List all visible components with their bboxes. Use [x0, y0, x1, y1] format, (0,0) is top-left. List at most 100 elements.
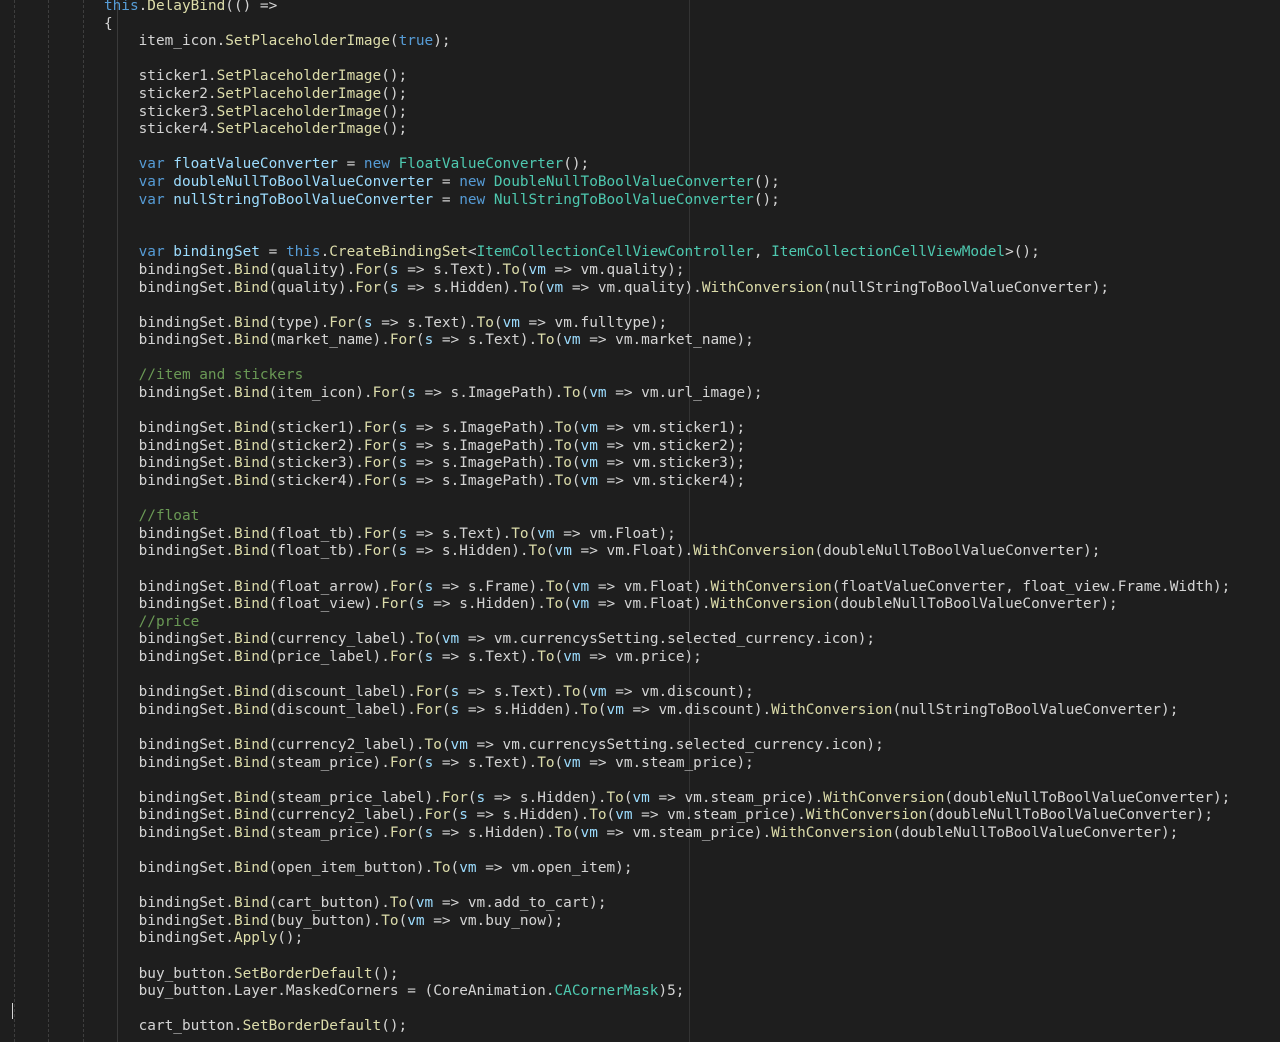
code-token: WithConversion — [823, 789, 945, 806]
code-line[interactable]: bindingSet.Bind(cart_button).To(vm => vm… — [0, 895, 1230, 913]
code-token: Bind — [233, 807, 269, 824]
code-line[interactable]: sticker4.SetPlaceholderImage(); — [0, 121, 1230, 139]
code-line[interactable] — [0, 297, 1230, 315]
code-line[interactable] — [0, 843, 1230, 861]
code-line[interactable]: bindingSet.Bind(steam_price).For(s => s.… — [0, 825, 1230, 843]
code-line[interactable] — [0, 227, 1230, 245]
code-line[interactable] — [0, 491, 1230, 509]
code-token: ( — [467, 789, 477, 806]
code-line[interactable] — [0, 139, 1230, 157]
code-line[interactable]: bindingSet.Apply(); — [0, 930, 1230, 948]
code-line[interactable]: bindingSet.Bind(market_name).For(s => s.… — [0, 332, 1230, 350]
code-token: s — [389, 279, 399, 296]
code-token: => s.Text). — [433, 754, 538, 771]
code-line[interactable] — [0, 878, 1230, 896]
code-token: (); — [753, 173, 780, 190]
code-line[interactable]: sticker1.SetPlaceholderImage(); — [0, 68, 1230, 86]
code-line[interactable] — [0, 1001, 1230, 1019]
code-line[interactable]: { — [0, 16, 1230, 34]
code-line[interactable]: cart_button.SetBorderDefault(); — [0, 1018, 1230, 1036]
code-line[interactable] — [0, 51, 1230, 69]
code-line[interactable]: var doubleNullToBoolValueConverter = new… — [0, 174, 1230, 192]
code-line[interactable]: buy_button.SetBorderDefault(); — [0, 966, 1230, 984]
code-token: => s.ImagePath). — [415, 385, 564, 402]
code-line[interactable]: bindingSet.Bind(steam_price_label).For(s… — [0, 789, 1231, 808]
code-line[interactable]: //item and stickers — [0, 367, 1230, 385]
code-token: For — [415, 701, 442, 718]
code-line[interactable]: bindingSet.Bind(float_arrow).For(s => s.… — [0, 579, 1231, 597]
code-token: (float_view). — [268, 596, 382, 613]
code-line[interactable]: bindingSet.Bind(discount_label).For(s =>… — [0, 684, 1230, 702]
code-token: To — [424, 736, 442, 753]
code-token: vm — [580, 824, 598, 841]
code-line[interactable]: bindingSet.Bind(float_view).For(s => s.H… — [0, 596, 1230, 614]
code-line[interactable]: buy_button.Layer.MaskedCorners = (CoreAn… — [0, 983, 1230, 1001]
code-line[interactable]: bindingSet.Bind(open_item_button).To(vm … — [0, 860, 1230, 878]
code-token: bindingSet. — [138, 824, 234, 841]
code-line[interactable]: bindingSet.Bind(sticker2).For(s => s.Ima… — [0, 438, 1230, 456]
code-line[interactable] — [0, 209, 1230, 227]
code-token: sticker4. — [138, 121, 217, 138]
code-token: ( — [415, 824, 425, 841]
code-token: (market_name). — [268, 332, 390, 349]
code-lines[interactable]: this.DelayBind(() => { item_icon.SetPlac… — [0, 0, 1230, 1036]
code-line[interactable]: bindingSet.Bind(sticker1).For(s => s.Ima… — [0, 420, 1230, 438]
code-line[interactable] — [0, 719, 1230, 737]
code-line[interactable] — [0, 772, 1230, 790]
code-token: => s.Hidden). — [467, 807, 590, 824]
code-token: WithConversion — [693, 543, 815, 560]
code-line[interactable]: bindingSet.Bind(float_tb).For(s => s.Hid… — [0, 543, 1230, 561]
code-line[interactable]: bindingSet.Bind(currency_label).To(vm =>… — [0, 631, 1230, 649]
code-token: bindingSet. — [138, 684, 234, 701]
code-line[interactable]: var bindingSet = this.CreateBindingSet<I… — [0, 244, 1230, 262]
code-line[interactable]: bindingSet.Bind(float_tb).For(s => s.Tex… — [0, 526, 1230, 544]
code-line[interactable]: bindingSet.Bind(sticker4).For(s => s.Ima… — [0, 473, 1230, 491]
code-token: Bind — [233, 261, 269, 278]
code-line[interactable] — [0, 403, 1230, 421]
code-token: => vm.market_name); — [580, 332, 754, 349]
code-line[interactable]: bindingSet.Bind(discount_label).For(s =>… — [0, 702, 1230, 720]
code-line[interactable]: sticker2.SetPlaceholderImage(); — [0, 86, 1230, 104]
code-token: FloatValueConverter — [398, 156, 564, 173]
code-line[interactable]: this.DelayBind(() => — [0, 0, 1230, 16]
code-line[interactable]: bindingSet.Bind(item_icon).For(s => s.Im… — [0, 385, 1230, 403]
code-token: s — [424, 824, 434, 841]
code-token: => vm.price); — [580, 648, 702, 665]
code-token: Bind — [233, 525, 269, 542]
code-token: bindingSet. — [138, 543, 234, 560]
code-line[interactable]: bindingSet.Bind(steam_price).For(s => s.… — [0, 755, 1230, 773]
code-token: s — [476, 789, 486, 806]
code-token: this — [285, 244, 321, 261]
code-token: bindingSet. — [138, 736, 234, 753]
code-line[interactable]: bindingSet.Bind(buy_button).To(vm => vm.… — [0, 913, 1230, 931]
code-token: For — [415, 684, 442, 701]
code-line[interactable]: item_icon.SetPlaceholderImage(true); — [0, 33, 1230, 51]
code-line[interactable]: //float — [0, 508, 1230, 526]
code-editor[interactable]: this.DelayBind(() => { item_icon.SetPlac… — [0, 0, 1280, 1042]
code-token: To — [389, 895, 408, 912]
code-token: => vm.steam_price); — [580, 754, 754, 771]
code-line[interactable]: bindingSet.Bind(currency2_label).For(s =… — [0, 807, 1230, 825]
code-token: => s.Hidden). — [433, 824, 555, 841]
code-line[interactable]: bindingSet.Bind(sticker3).For(s => s.Ima… — [0, 455, 1230, 473]
code-line[interactable]: bindingSet.Bind(type).For(s => s.Text).T… — [0, 315, 1230, 333]
code-line[interactable]: bindingSet.Bind(quality).For(s => s.Text… — [0, 262, 1230, 280]
code-line[interactable] — [0, 350, 1230, 368]
code-line[interactable]: //price — [0, 614, 1230, 632]
code-token: To — [563, 684, 581, 701]
code-token: => vm.Float); — [554, 525, 676, 542]
code-line[interactable]: sticker3.SetPlaceholderImage(); — [0, 104, 1230, 122]
code-token: (currency2_label). — [268, 807, 425, 824]
code-line[interactable]: bindingSet.Bind(quality).For(s => s.Hidd… — [0, 280, 1230, 298]
code-line[interactable]: bindingSet.Bind(price_label).For(s => s.… — [0, 649, 1230, 667]
code-line[interactable]: var floatValueConverter = new FloatValue… — [0, 156, 1230, 174]
code-line[interactable]: bindingSet.Bind(currency2_label).To(vm =… — [0, 737, 1230, 755]
code-line[interactable] — [0, 667, 1230, 685]
code-line[interactable] — [0, 561, 1230, 579]
code-line[interactable] — [0, 948, 1230, 966]
code-line[interactable]: var nullStringToBoolValueConverter = new… — [0, 192, 1230, 210]
